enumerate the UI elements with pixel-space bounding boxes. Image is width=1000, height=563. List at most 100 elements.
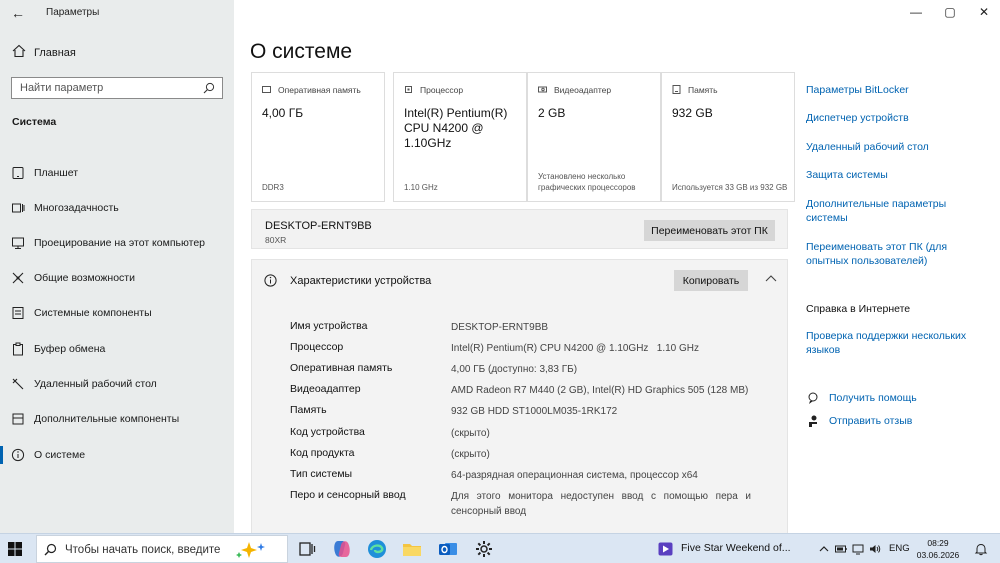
spec-key: Память xyxy=(290,404,327,416)
card-header: Оперативная память xyxy=(278,85,361,95)
card-header: Память xyxy=(688,85,718,95)
sidebar-item-remote-desktop[interactable]: Удаленный рабочий стол xyxy=(0,371,234,397)
card-footer: 1.10 GHz xyxy=(404,183,438,192)
section-label: Система xyxy=(12,116,57,128)
help-icon xyxy=(808,392,818,404)
spec-value: (скрыто) xyxy=(451,428,490,439)
volume-icon[interactable] xyxy=(869,543,881,555)
maximize-button[interactable]: ▢ xyxy=(935,4,965,20)
card-footer: DDR3 xyxy=(262,183,284,192)
media-title: Five Star Weekend of... xyxy=(681,542,791,554)
edge-icon[interactable] xyxy=(365,537,389,561)
link-system-protection[interactable]: Защита системы xyxy=(806,168,986,182)
clock[interactable]: 08:29 03.06.2026 xyxy=(916,537,960,561)
chevron-up-icon[interactable] xyxy=(818,543,830,555)
sidebar-item-projection[interactable]: Проецирование на этот компьютер xyxy=(0,230,234,256)
file-explorer-icon[interactable] xyxy=(400,537,424,561)
gpu-icon xyxy=(538,86,547,93)
sidebar-item-clipboard[interactable]: Буфер обмена xyxy=(0,336,234,362)
clock-date: 03.06.2026 xyxy=(916,550,960,560)
multitasking-icon xyxy=(12,203,25,213)
info-card-ram: Оперативная память 4,00 ГБ DDR3 xyxy=(251,72,385,202)
storage-icon xyxy=(672,85,681,94)
clipboard-icon xyxy=(13,342,23,356)
media-widget[interactable]: Five Star Weekend of... xyxy=(658,540,798,558)
battery-icon[interactable] xyxy=(835,543,847,555)
link-advanced-system-settings[interactable]: Дополнительные параметры системы xyxy=(806,197,956,225)
search-input[interactable] xyxy=(12,78,192,98)
card-value: 932 GB xyxy=(672,106,713,120)
chevron-up-icon[interactable] xyxy=(762,270,780,288)
outlook-icon[interactable] xyxy=(436,537,460,561)
link-rename-pc-advanced[interactable]: Переименовать этот ПК (для опытных польз… xyxy=(806,240,956,268)
pc-model: 80XR xyxy=(265,235,287,245)
spec-key: Оперативная память xyxy=(290,362,393,374)
sidebar-item-optional-features[interactable]: Дополнительные компоненты xyxy=(0,406,234,432)
sidebar-item-label: Общие возможности xyxy=(34,272,135,284)
sidebar-item-system-components[interactable]: Системные компоненты xyxy=(0,300,234,326)
card-value: 2 GB xyxy=(538,106,566,120)
link-bitlocker[interactable]: Параметры BitLocker xyxy=(806,83,986,97)
minimize-button[interactable]: — xyxy=(901,4,931,20)
spec-key: Перо и сенсорный ввод xyxy=(290,489,406,501)
back-button[interactable]: ← xyxy=(8,4,28,22)
network-icon[interactable] xyxy=(852,543,864,555)
notification-bell-icon[interactable] xyxy=(974,542,988,556)
sparkle-icon xyxy=(236,542,265,558)
copilot-icon[interactable] xyxy=(330,537,354,561)
page-title: О системе xyxy=(250,40,353,63)
copy-specs-button[interactable]: Копировать xyxy=(674,270,748,291)
sidebar-item-about[interactable]: О системе xyxy=(0,442,234,468)
app-title: Параметры xyxy=(46,7,100,18)
sidebar-item-label: Главная xyxy=(34,47,76,59)
ram-icon xyxy=(262,86,271,93)
search-icon[interactable] xyxy=(203,82,215,94)
link-feedback[interactable]: Отправить отзыв xyxy=(829,414,1000,428)
card-header: Процессор xyxy=(420,85,464,95)
spec-key: Тип системы xyxy=(290,468,353,480)
info-icon xyxy=(264,274,277,287)
info-card-storage: Память 932 GB Используется 33 GB из 932 … xyxy=(661,72,795,202)
sidebar-item-home[interactable]: Главная xyxy=(0,42,234,64)
card-header: Видеоадаптер xyxy=(554,85,612,95)
spec-value: 64-разрядная операционная система, проце… xyxy=(451,470,698,481)
sidebar-item-shared-experiences[interactable]: Общие возможности xyxy=(0,265,234,291)
sidebar-item-label: Удаленный рабочий стол xyxy=(34,378,157,390)
spec-key: Процессор xyxy=(290,341,344,353)
settings-gear-icon[interactable] xyxy=(472,537,496,561)
titlebar-left: ← Параметры xyxy=(0,0,234,26)
close-button[interactable]: ✕ xyxy=(969,4,999,20)
rename-pc-button[interactable]: Переименовать этот ПК xyxy=(644,220,775,241)
spec-key: Имя устройства xyxy=(290,320,368,332)
link-remote-desktop[interactable]: Удаленный рабочий стол xyxy=(806,140,986,154)
link-get-help[interactable]: Получить помощь xyxy=(829,391,1000,405)
sidebar-item-label: Системные компоненты xyxy=(34,307,152,319)
spec-value: DESKTOP-ERNT9BB xyxy=(451,322,549,333)
taskbar-search-input[interactable] xyxy=(65,540,235,560)
spec-value: Intel(R) Pentium(R) CPU N4200 @ 1.10GHz … xyxy=(451,343,700,354)
taskbar-search[interactable] xyxy=(36,535,288,563)
sidebar-item-multitasking[interactable]: Многозадачность xyxy=(0,195,234,221)
search-icon xyxy=(44,543,57,556)
pc-name: DESKTOP-ERNT9BB xyxy=(265,220,372,232)
tablet-icon xyxy=(12,167,24,179)
device-specs-panel: Характеристики устройства Копировать Имя… xyxy=(251,259,788,533)
language-indicator[interactable]: ENG xyxy=(889,543,910,554)
link-device-manager[interactable]: Диспетчер устройств xyxy=(806,111,986,125)
task-view-icon[interactable] xyxy=(295,537,319,561)
sidebar-item-tablet[interactable]: Планшет xyxy=(0,160,234,186)
remote-desktop-icon xyxy=(12,378,24,390)
sidebar-item-label: Буфер обмена xyxy=(34,343,106,355)
spec-value: Для этого монитора недоступен ввод с пом… xyxy=(451,491,751,517)
link-language-support[interactable]: Проверка поддержки нескольких языков xyxy=(806,329,976,357)
optional-features-icon xyxy=(12,413,24,425)
start-button-icon[interactable] xyxy=(8,542,22,556)
main-content: — ▢ ✕ О системе Оперативная память 4,00 … xyxy=(234,0,1000,533)
sidebar-item-label: Дополнительные компоненты xyxy=(34,413,180,425)
info-icon xyxy=(11,448,25,462)
spec-value: (скрыто) xyxy=(451,449,490,460)
info-card-gpu: Видеоадаптер 2 GB Установлено несколько … xyxy=(527,72,661,202)
specs-title: Характеристики устройства xyxy=(290,275,432,287)
shared-experiences-icon xyxy=(12,272,24,284)
home-icon xyxy=(12,44,26,58)
